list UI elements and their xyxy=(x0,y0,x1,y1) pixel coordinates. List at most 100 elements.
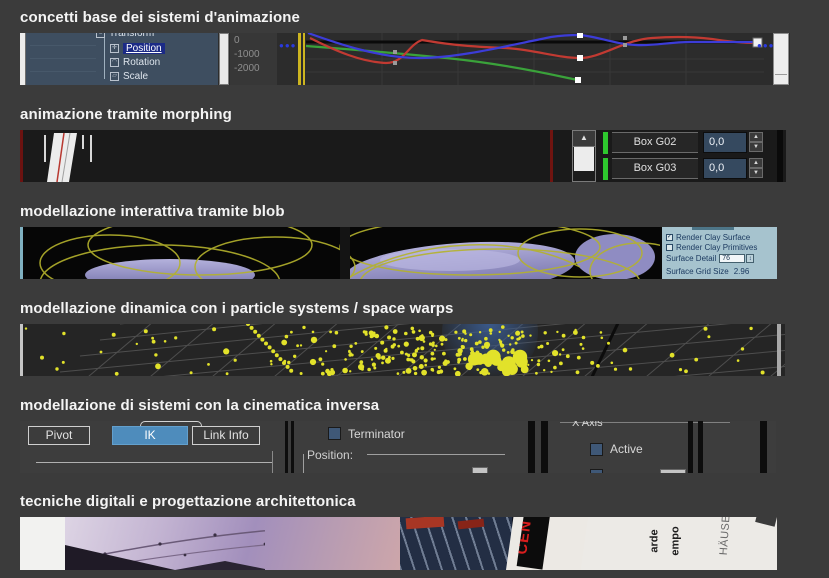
trackview-divider-scrollbar xyxy=(219,33,229,85)
transform-icon: ≡ xyxy=(96,33,105,38)
tree-item-position: ✛ Position xyxy=(110,42,165,55)
magazine-cover-area: arde empo HÄUSE xyxy=(577,517,777,570)
morph-target-value: 0,0 xyxy=(703,158,747,179)
surface-detail-row: Surface Detail 76 ↕ xyxy=(666,254,754,263)
panel-separator xyxy=(698,421,703,473)
clipped-text-fragment xyxy=(692,227,734,230)
topic-title[interactable]: modellazione dinamica con i particle sys… xyxy=(20,299,785,318)
topic-banner-animation-basics[interactable]: ≡ Transform ✛ Position ◠ Rotation ▱ Scal… xyxy=(20,33,790,85)
glass-building xyxy=(400,517,517,570)
topic-section-inverse-kinematics: modellazione di sistemi con la cinematic… xyxy=(20,396,776,473)
magazine-title-fragment: HÄUSE xyxy=(718,517,733,556)
spine-text: arde xyxy=(649,529,661,552)
clay-render-panel: ✓ Render Clay Surface Render Clay Primit… xyxy=(660,227,777,279)
topic-banner-particles[interactable] xyxy=(20,324,785,376)
roof-creases xyxy=(65,517,265,570)
tree-item-rotation: ◠ Rotation xyxy=(110,56,160,69)
panel-separator xyxy=(688,421,693,473)
time-slider-line xyxy=(303,33,305,85)
groupbox-edge xyxy=(272,451,273,473)
value-spinner: ▲ ▼ xyxy=(749,132,763,153)
time-slider-line xyxy=(298,33,301,85)
particle-viewport-art xyxy=(20,324,785,376)
topic-title[interactable]: concetti base dei sistemi d'animazione xyxy=(20,8,790,27)
tab-pivot: Pivot xyxy=(28,426,90,445)
tab-link-info: Link Info xyxy=(192,426,260,445)
magazine-spine: CEN xyxy=(505,517,588,570)
morph-target-shape xyxy=(20,130,140,182)
surface-detail-field: 76 xyxy=(719,254,745,263)
morph-tick xyxy=(90,135,92,162)
active-label: Active xyxy=(610,442,643,456)
topic-section-particles: modellazione dinamica con i particle sys… xyxy=(20,299,785,376)
morph-target-name: Box G02 xyxy=(612,132,698,153)
spinner-stub xyxy=(472,467,488,473)
morph-scrollbar: ▲ xyxy=(572,130,596,182)
topic-banner-architecture[interactable]: arde empo HÄUSE CEN xyxy=(20,517,777,570)
panel-separator xyxy=(285,421,288,473)
tree-item-label-selected: Position xyxy=(123,43,165,54)
spine-red-text: CEN xyxy=(517,519,535,556)
topic-title[interactable]: tecniche digitali e progettazione archit… xyxy=(20,492,777,511)
position-icon: ✛ xyxy=(110,44,119,53)
panel-separator xyxy=(760,421,767,473)
topic-banner-inverse-kinematics[interactable]: Pivot IK Link Info Terminator Position: … xyxy=(20,421,776,473)
panel-red-edge xyxy=(550,130,553,182)
clipped-field-stub xyxy=(660,469,686,473)
spine-black-label: CEN xyxy=(517,517,551,570)
tree-item-label: Scale xyxy=(123,71,148,82)
panel-separator xyxy=(291,421,294,473)
groupbox-line xyxy=(367,454,505,455)
spinner-down-icon: ▼ xyxy=(749,168,763,178)
groupbox-edge xyxy=(303,454,304,473)
topic-title[interactable]: modellazione interattiva tramite blob xyxy=(20,202,777,221)
function-curves-editor xyxy=(306,33,764,85)
tree-item-label: Rotation xyxy=(123,57,160,68)
tab-ik-active: IK xyxy=(112,426,188,445)
perspective-grid xyxy=(20,324,785,376)
topic-section-blob: modellazione interattiva tramite blob xyxy=(20,202,777,279)
topic-section-architecture: tecniche digitali e progettazione archit… xyxy=(20,492,777,570)
topic-title[interactable]: modellazione di sistemi con la cinematic… xyxy=(20,396,776,415)
spine-text: empo xyxy=(670,526,682,555)
course-topics-page: concetti base dei sistemi d'animazione ≡… xyxy=(0,0,829,578)
viewport-right-edge xyxy=(777,324,781,376)
terminator-checkbox-icon xyxy=(328,427,341,440)
topic-banner-morphing[interactable]: ▲ Box G02 0,0 ▲ ▼ Box G03 0,0 ▲ ▼ xyxy=(20,130,786,182)
option-render-clay-surface: ✓ Render Clay Surface xyxy=(666,233,750,242)
topic-title[interactable]: animazione tramite morphing xyxy=(20,105,786,124)
viewport-left-edge xyxy=(20,324,23,376)
morph-weight-bar xyxy=(603,158,608,180)
tree-item-scale: ▱ Scale xyxy=(110,70,148,83)
panel-separator xyxy=(541,421,548,473)
panel-separator xyxy=(528,421,535,473)
morph-tick xyxy=(82,135,84,149)
topic-banner-blob[interactable]: ✓ Render Clay Surface Render Clay Primit… xyxy=(20,227,777,279)
trackview-right-scrollbar xyxy=(773,33,789,85)
topic-section-morphing: animazione tramite morphing ▲ Box G02 0,… xyxy=(20,105,786,182)
rotation-icon: ◠ xyxy=(110,58,119,67)
spinner-up-icon: ▲ xyxy=(749,158,763,168)
morph-weight-bar xyxy=(603,132,608,154)
curve-axis-values: 0 -1000 -2000 xyxy=(230,33,277,85)
active-checkbox-icon xyxy=(590,443,603,456)
checkbox-checked-icon: ✓ xyxy=(666,234,673,241)
surface-grid-size-row: Surface Grid Size 2.96 xyxy=(666,267,749,276)
clipped-checkbox-icon xyxy=(590,469,603,473)
option-render-clay-primitives: Render Clay Primitives xyxy=(666,243,757,252)
morph-target-value: 0,0 xyxy=(703,132,747,153)
viewport-left-edge xyxy=(20,227,23,279)
axis-group-label: X Axis xyxy=(572,421,603,429)
spinner-down-icon: ▼ xyxy=(749,142,763,152)
panel-black-edge xyxy=(777,130,783,182)
groupbox-top-line xyxy=(36,462,272,473)
position-group-label: Position: xyxy=(307,448,353,462)
scale-icon: ▱ xyxy=(110,72,119,81)
value-spinner: ▲ ▼ xyxy=(749,158,763,179)
topic-section-animation-basics: concetti base dei sistemi d'animazione ≡… xyxy=(20,8,790,85)
terminator-label: Terminator xyxy=(348,427,405,441)
tree-item-transform: ≡ Transform xyxy=(96,33,154,40)
morph-target-name: Box G03 xyxy=(612,158,698,179)
scroll-up-icon: ▲ xyxy=(573,131,595,147)
track-dots-icon: ●●● xyxy=(757,41,775,50)
